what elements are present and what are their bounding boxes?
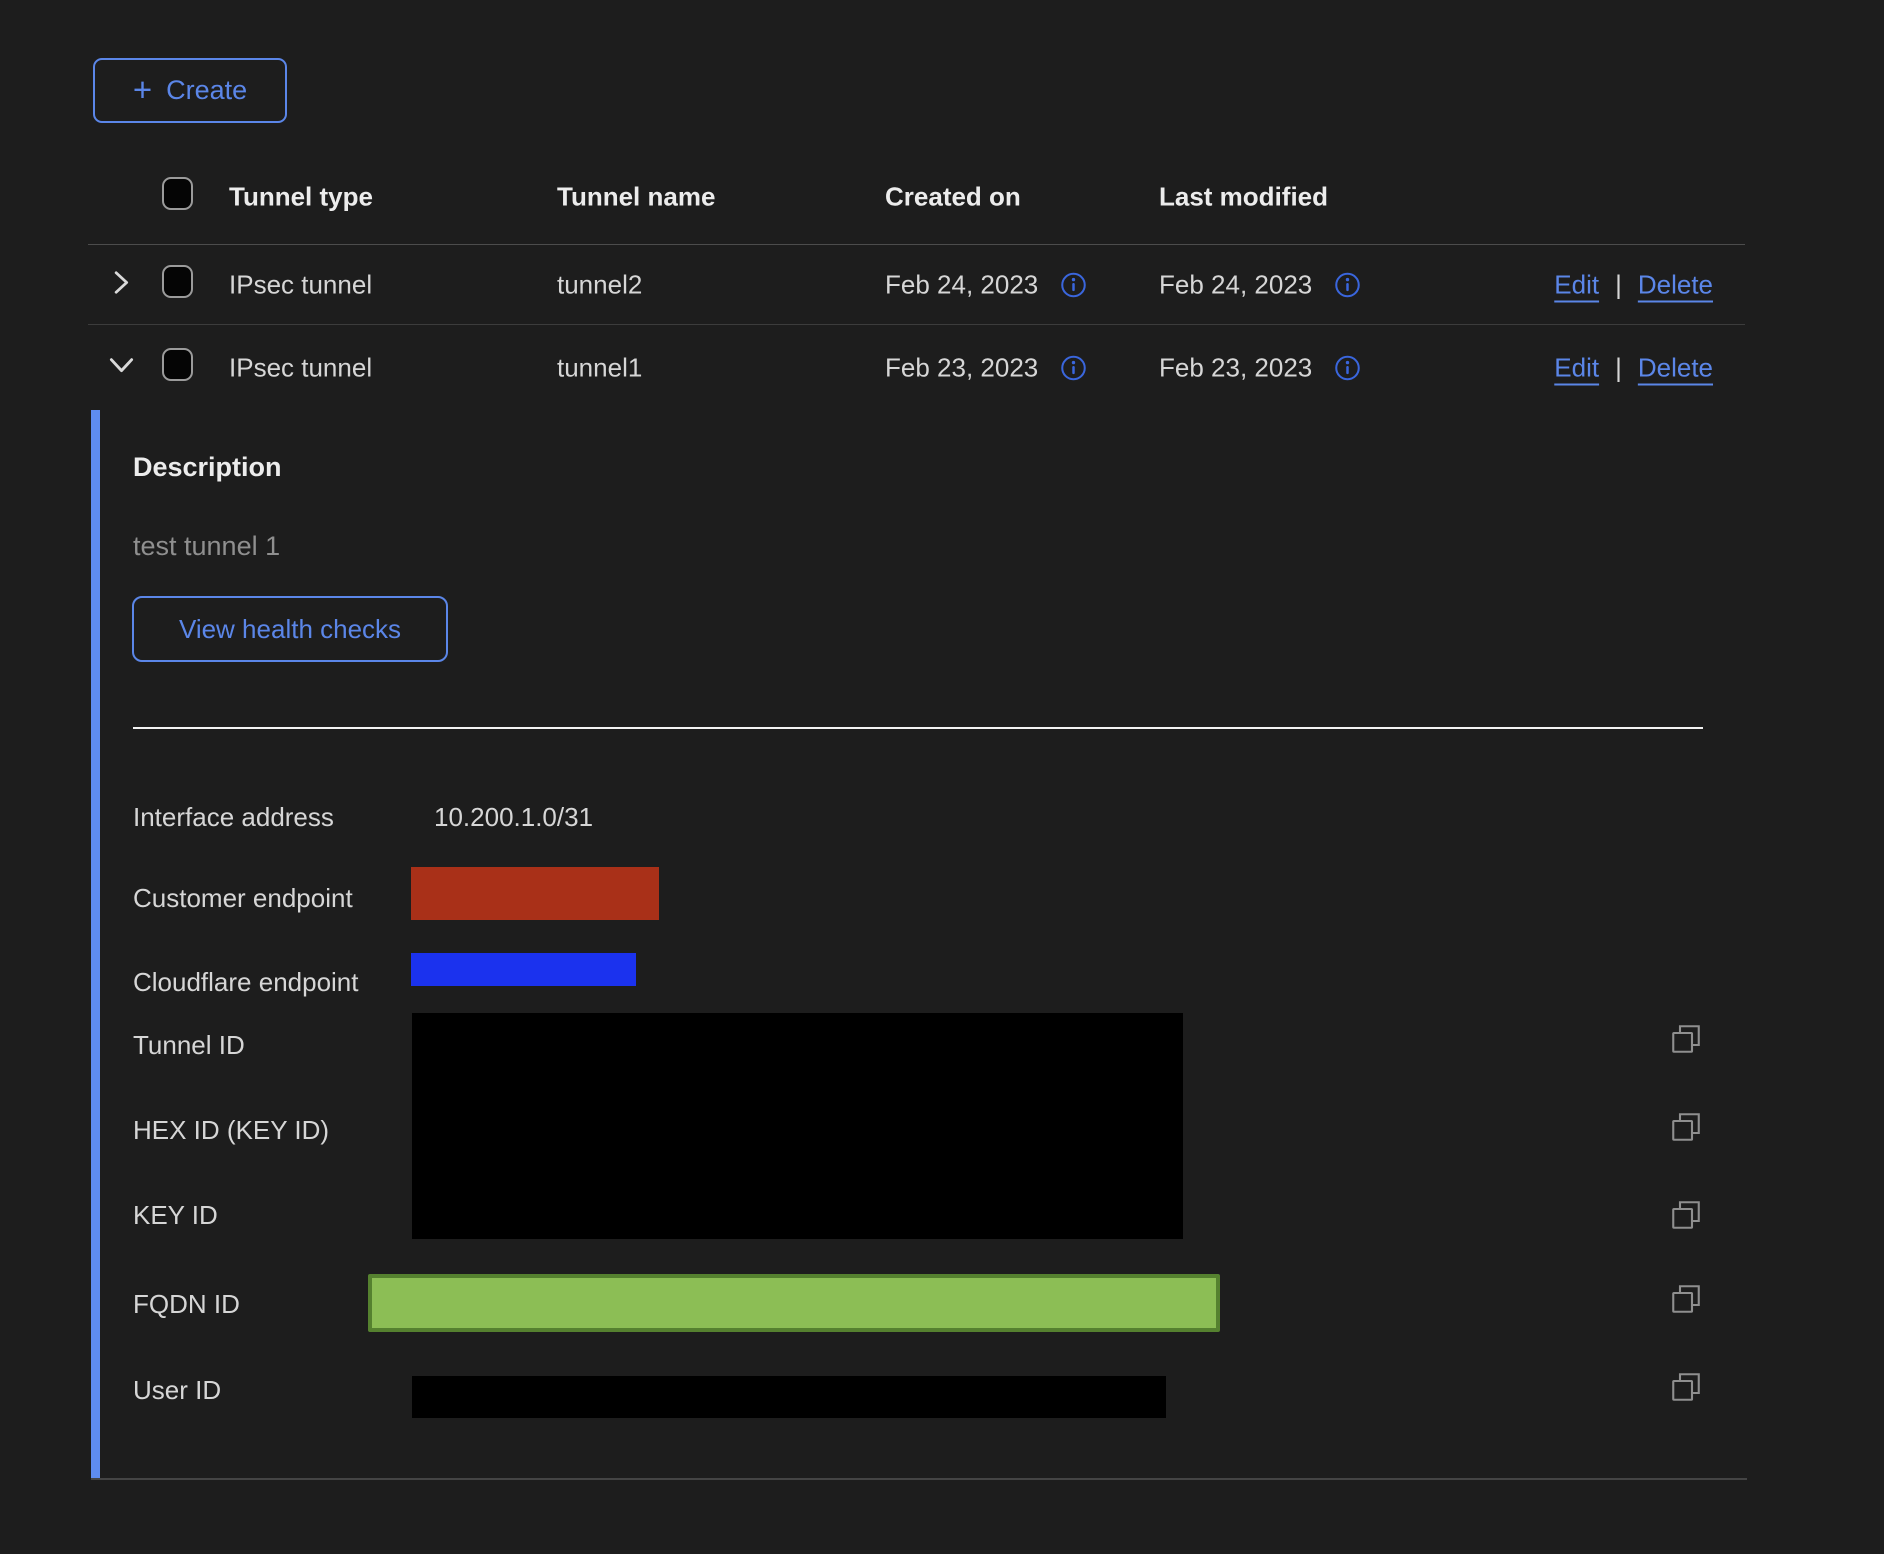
copy-icon [1668,1281,1704,1317]
description-value: test tunnel 1 [133,531,280,562]
header-created-on: Created on [885,182,1021,213]
info-icon[interactable] [1060,271,1087,298]
tunnel-name-value: tunnel2 [557,269,642,300]
plus-icon: + [133,73,152,106]
key-id-label: KEY ID [133,1200,218,1231]
info-icon[interactable] [1060,354,1087,381]
copy-icon [1668,1197,1704,1233]
row-checkbox[interactable] [162,265,193,298]
customer-endpoint-label: Customer endpoint [133,883,353,914]
chevron-right-icon [108,269,134,295]
created-on-value: Feb 24, 2023 [885,269,1038,300]
select-all-checkbox[interactable] [162,177,193,210]
actions-separator: | [1615,352,1622,383]
header-last-modified: Last modified [1159,182,1328,213]
user-id-redacted-value [412,1376,1166,1418]
view-health-checks-button[interactable]: View health checks [132,596,448,662]
created-on-value: Feb 23, 2023 [885,352,1038,383]
hex-id-label: HEX ID (KEY ID) [133,1115,329,1146]
table-row: IPsec tunnel tunnel2 Feb 24, 2023 Feb 24… [88,245,1745,325]
ids-redacted-value [412,1013,1183,1239]
fqdn-id-redacted-value [368,1274,1220,1332]
create-button[interactable]: + Create [93,58,287,123]
expand-row-button[interactable] [106,267,136,297]
section-divider [133,727,1703,729]
info-icon[interactable] [1334,271,1361,298]
edit-link[interactable]: Edit [1554,269,1599,300]
tunnels-table: Tunnel type Tunnel name Created on Last … [88,150,1745,410]
copy-icon [1668,1021,1704,1057]
interface-address-label: Interface address [133,802,334,833]
row-checkbox[interactable] [162,348,193,381]
tunnel-detail-panel: Description test tunnel 1 View health ch… [0,410,1884,1480]
info-icon[interactable] [1334,354,1361,381]
actions-separator: | [1615,269,1622,300]
tunnel-name-value: tunnel1 [557,352,642,383]
copy-tunnel-id-button[interactable] [1668,1021,1704,1057]
tunnel-type-value: IPsec tunnel [229,269,372,300]
copy-key-id-button[interactable] [1668,1197,1704,1233]
copy-fqdn-id-button[interactable] [1668,1281,1704,1317]
last-modified-value: Feb 24, 2023 [1159,269,1312,300]
expanded-row-indicator-bar [91,410,100,1478]
copy-icon [1668,1369,1704,1405]
delete-link[interactable]: Delete [1638,352,1713,383]
customer-endpoint-redacted-value [411,867,659,920]
table-bottom-divider [91,1478,1747,1480]
last-modified-value: Feb 23, 2023 [1159,352,1312,383]
cloudflare-endpoint-redacted-value [411,953,636,986]
tunnel-type-value: IPsec tunnel [229,352,372,383]
copy-user-id-button[interactable] [1668,1369,1704,1405]
tunnel-id-label: Tunnel ID [133,1030,245,1061]
chevron-down-icon [108,351,135,378]
interface-address-value: 10.200.1.0/31 [434,802,593,833]
edit-link[interactable]: Edit [1554,352,1599,383]
user-id-label: User ID [133,1375,221,1406]
header-tunnel-name: Tunnel name [557,182,715,213]
delete-link[interactable]: Delete [1638,269,1713,300]
header-tunnel-type: Tunnel type [229,182,373,213]
cloudflare-endpoint-label: Cloudflare endpoint [133,967,359,998]
table-header-row: Tunnel type Tunnel name Created on Last … [88,150,1745,245]
copy-icon [1668,1109,1704,1145]
create-button-label: Create [166,75,247,106]
fqdn-id-label: FQDN ID [133,1289,240,1320]
collapse-row-button[interactable] [106,350,136,380]
table-row: IPsec tunnel tunnel1 Feb 23, 2023 Feb 23… [88,325,1745,410]
description-label: Description [133,452,282,483]
copy-hex-id-button[interactable] [1668,1109,1704,1145]
